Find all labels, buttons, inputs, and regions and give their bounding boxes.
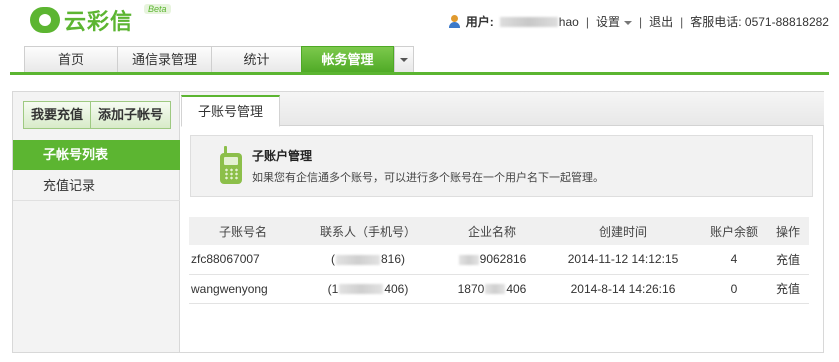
separator: | [638, 14, 643, 29]
sidebar-actions: 我要充值 添加子帐号 [23, 101, 172, 129]
masked-username [499, 16, 558, 27]
sidebar-item-recharge-records[interactable]: 充值记录 [13, 171, 180, 201]
main-nav: 首页 通信录管理 统计 帐务管理 [24, 46, 414, 73]
masked-phone [335, 255, 380, 266]
chevron-down-icon [623, 20, 632, 25]
col-header: 企业名称 [439, 217, 545, 245]
sub-account-table: 子账号名 联系人（手机号） 企业名称 创建时间 账户余额 操作 zfc88067… [189, 217, 809, 304]
logo-icon [30, 7, 60, 33]
beta-badge: Beta [144, 4, 171, 14]
sidebar-item-sub-account-list[interactable]: 子帐号列表 [13, 140, 180, 170]
col-header: 联系人（手机号） [297, 217, 439, 245]
table-row: zfc88067007 (816) 9062816 2014-11-12 14:… [189, 245, 809, 275]
main-panel: 我要充值 添加子帐号 子帐号列表 充值记录 子账号管理 子账户管理 如果您有企信… [12, 91, 824, 353]
masked-company [458, 255, 479, 266]
sidebar: 我要充值 添加子帐号 子帐号列表 充值记录 [13, 92, 180, 352]
col-header: 创建时间 [545, 217, 701, 245]
table-row: wangwenyong (1 406) 1870 406 2014-8-14 14:… [189, 274, 809, 304]
masked-phone [339, 284, 384, 295]
nav-divider [10, 72, 829, 75]
recharge-link[interactable]: 充值 [767, 274, 809, 304]
cell-contact: (1 406) [297, 274, 439, 304]
masked-company [485, 284, 506, 295]
logout-link[interactable]: 退出 [649, 13, 673, 30]
info-title: 子账户管理 [252, 149, 313, 163]
separator: | [585, 14, 589, 29]
nav-tab-accounting[interactable]: 帐务管理 [301, 46, 394, 73]
recharge-button[interactable]: 我要充值 [23, 101, 92, 129]
add-sub-account-button[interactable]: 添加子帐号 [91, 101, 172, 129]
user-label: 用户: [465, 15, 494, 29]
col-header: 账户余额 [701, 217, 767, 245]
nav-tab-contacts[interactable]: 通信录管理 [117, 46, 212, 73]
chevron-down-icon [400, 58, 408, 62]
cell-created: 2014-11-12 14:12:15 [545, 245, 701, 275]
logo-text: 云彩信 [64, 9, 134, 34]
cell-company: 1870 406 [439, 274, 545, 304]
cell-balance: 4 [701, 245, 767, 275]
cell-contact: (816) [297, 245, 439, 275]
subtab-bar: 子账号管理 [181, 92, 824, 127]
recharge-link[interactable]: 充值 [767, 245, 809, 275]
separator: | [680, 14, 684, 29]
cell-account: wangwenyong [189, 274, 297, 304]
top-bar: 用户: hao | 设置 | 退出 | 客服电话: 0571-88818282 [448, 13, 829, 30]
settings-menu[interactable]: 设置 [596, 13, 632, 30]
username-suffix: hao [558, 14, 579, 29]
nav-tab-stats[interactable]: 统计 [211, 46, 302, 73]
settings-label: 设置 [595, 15, 620, 29]
nav-more-button[interactable] [394, 46, 414, 73]
cell-account: zfc88067007 [189, 245, 297, 275]
cell-created: 2014-8-14 14:26:16 [545, 274, 701, 304]
user-icon [448, 14, 462, 29]
tab-sub-account-management[interactable]: 子账号管理 [181, 95, 280, 127]
info-box: 子账户管理 如果您有企信通多个账号，可以进行多个账号在一个用户名下一起管理。 [190, 135, 813, 197]
col-header: 子账号名 [189, 217, 297, 245]
page: 云彩信 Beta 用户: hao | 设置 | 退出 | 客服电话: 0571-… [0, 0, 839, 362]
content-area: 子账号管理 子账户管理 如果您有企信通多个账号，可以进行多个账号在一个用户名下一… [181, 92, 824, 352]
logo[interactable]: 云彩信 Beta [30, 4, 171, 34]
info-description: 如果您有企信通多个账号，可以进行多个账号在一个用户名下一起管理。 [252, 172, 604, 184]
col-header: 操作 [767, 217, 809, 245]
nav-tab-home[interactable]: 首页 [24, 46, 118, 73]
cell-company: 9062816 [439, 245, 545, 275]
mobile-phone-icon [220, 146, 242, 184]
cell-balance: 0 [701, 274, 767, 304]
hotline: 客服电话: 0571-88818282 [690, 15, 829, 29]
table-header-row: 子账号名 联系人（手机号） 企业名称 创建时间 账户余额 操作 [189, 217, 809, 245]
